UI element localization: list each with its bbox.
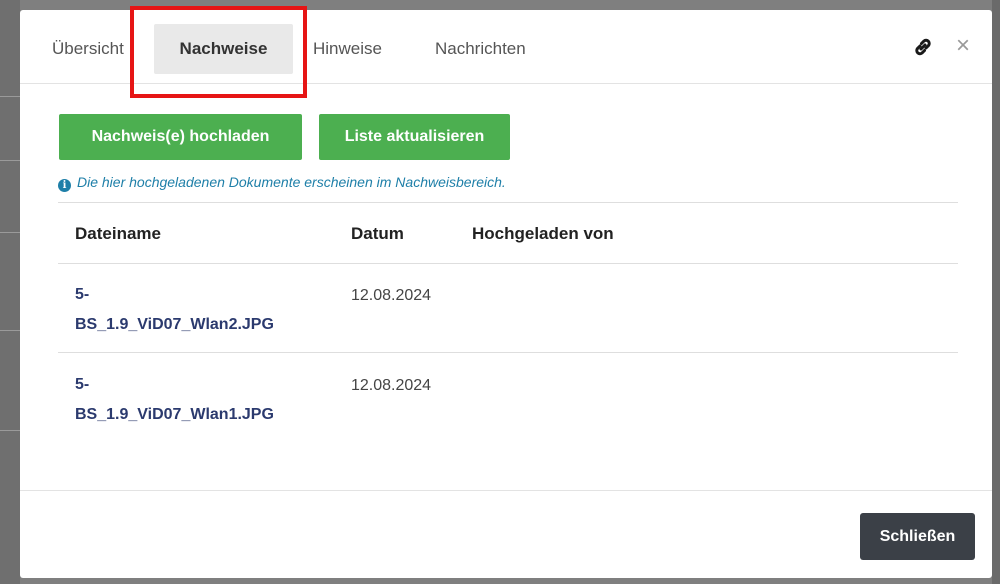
link-icon[interactable] xyxy=(911,35,935,59)
close-button[interactable]: Schließen xyxy=(860,513,975,560)
file-name-line2: BS_1.9_ViD07_Wlan2.JPG xyxy=(75,316,274,333)
file-name-line1: 5- xyxy=(75,376,90,393)
info-text: Die hier hochgeladenen Dokumente erschei… xyxy=(77,174,506,190)
table-top-divider xyxy=(58,202,958,203)
table-row-date: 12.08.2024 xyxy=(351,377,432,394)
column-header-uploaded-by: Hochgeladen von xyxy=(472,224,614,243)
tab-hinweise[interactable]: Hinweise xyxy=(313,24,403,74)
table-row-date: 12.08.2024 xyxy=(351,287,432,304)
nachweise-modal: Übersicht Nachweise Hinweise Nachrichten… xyxy=(20,6,992,578)
file-name-line2: BS_1.9_ViD07_Wlan1.JPG xyxy=(75,406,274,423)
tab-nachweise[interactable]: Nachweise xyxy=(154,24,293,74)
modal-header: Übersicht Nachweise Hinweise Nachrichten… xyxy=(20,6,992,98)
column-header-date: Datum xyxy=(351,224,404,243)
table-row-file-link[interactable]: 5- BS_1.9_ViD07_Wlan2.JPG xyxy=(75,280,325,340)
tab-nachrichten[interactable]: Nachrichten xyxy=(435,24,555,74)
upload-button[interactable]: Nachweis(e) hochladen xyxy=(59,114,302,160)
tab-uebersicht[interactable]: Übersicht xyxy=(52,24,152,74)
info-icon: i xyxy=(58,179,71,192)
info-message: i Die hier hochgeladenen Dokumente ersche… xyxy=(58,172,506,192)
footer-divider xyxy=(20,490,992,491)
row-divider xyxy=(58,352,958,353)
background-left-strip xyxy=(0,0,20,584)
close-icon[interactable]: × xyxy=(952,33,974,59)
file-name-line1: 5- xyxy=(75,286,90,303)
table-row-file-link[interactable]: 5- BS_1.9_ViD07_Wlan1.JPG xyxy=(75,370,325,430)
column-header-filename: Dateiname xyxy=(75,224,161,243)
header-divider xyxy=(58,263,958,264)
background-right-strip xyxy=(992,0,1000,584)
refresh-list-button[interactable]: Liste aktualisieren xyxy=(319,114,510,160)
